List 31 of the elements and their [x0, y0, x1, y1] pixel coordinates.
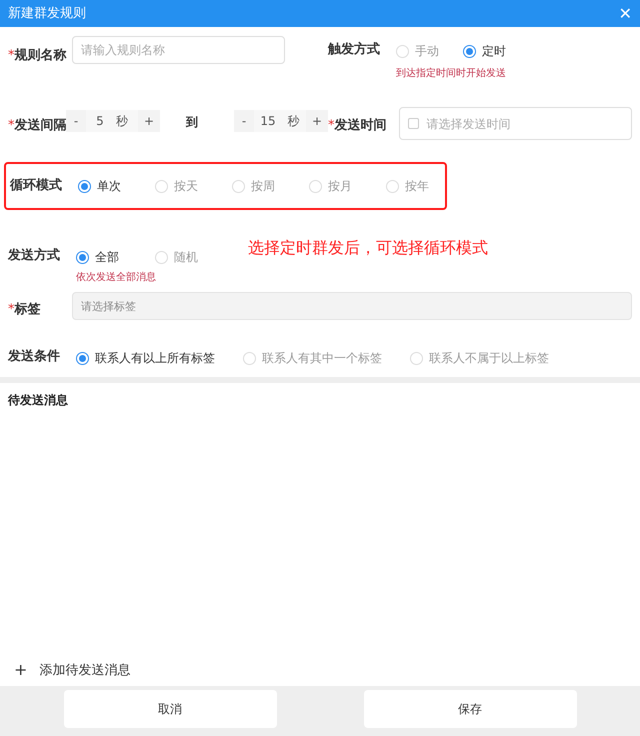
field-label: *标签: [8, 302, 40, 317]
field-label: 发送方式: [8, 246, 60, 265]
hint-text: 依次发送全部消息: [76, 270, 157, 285]
radio-option[interactable]: 定时: [463, 42, 506, 60]
field-label: 循环模式: [10, 177, 62, 195]
annotation-text: 选择定时群发后，可选择循环模式: [248, 237, 488, 259]
radio-option[interactable]: 单次: [78, 177, 121, 195]
window-title: 新建群发规则: [8, 4, 86, 23]
footer-button[interactable]: 取消: [64, 690, 276, 728]
stepper-value[interactable]: 15 秒: [254, 110, 306, 132]
increment-button[interactable]: +: [306, 110, 328, 132]
decrement-button[interactable]: -: [66, 110, 86, 132]
section-title: 待发送消息: [8, 392, 69, 409]
hint-text: 到达指定时间时开始发送: [396, 66, 506, 81]
field-label: *发送间隔: [8, 118, 66, 133]
placeholder-text: 请选择发送时间: [426, 116, 510, 132]
plus-icon: +: [14, 662, 28, 678]
add-message-button[interactable]: + 添加待发送消息: [8, 660, 632, 680]
radio-option[interactable]: 联系人有以上所有标签: [76, 349, 215, 367]
footer-button[interactable]: 保存: [364, 690, 576, 728]
increment-button[interactable]: +: [138, 110, 160, 132]
rule-name-field[interactable]: 请输入规则名称: [72, 36, 285, 64]
stepper-value[interactable]: 5 秒: [86, 110, 138, 132]
field-label: 发送条件: [8, 348, 60, 366]
decrement-button[interactable]: -: [234, 110, 254, 132]
radio-option[interactable]: 全部: [76, 248, 119, 266]
field-label: *发送时间: [328, 118, 386, 133]
field-label: *规则名称: [8, 48, 66, 63]
calendar-icon: [408, 118, 418, 129]
field-label: 触发方式: [328, 40, 380, 59]
range-separator: 到: [186, 114, 198, 131]
